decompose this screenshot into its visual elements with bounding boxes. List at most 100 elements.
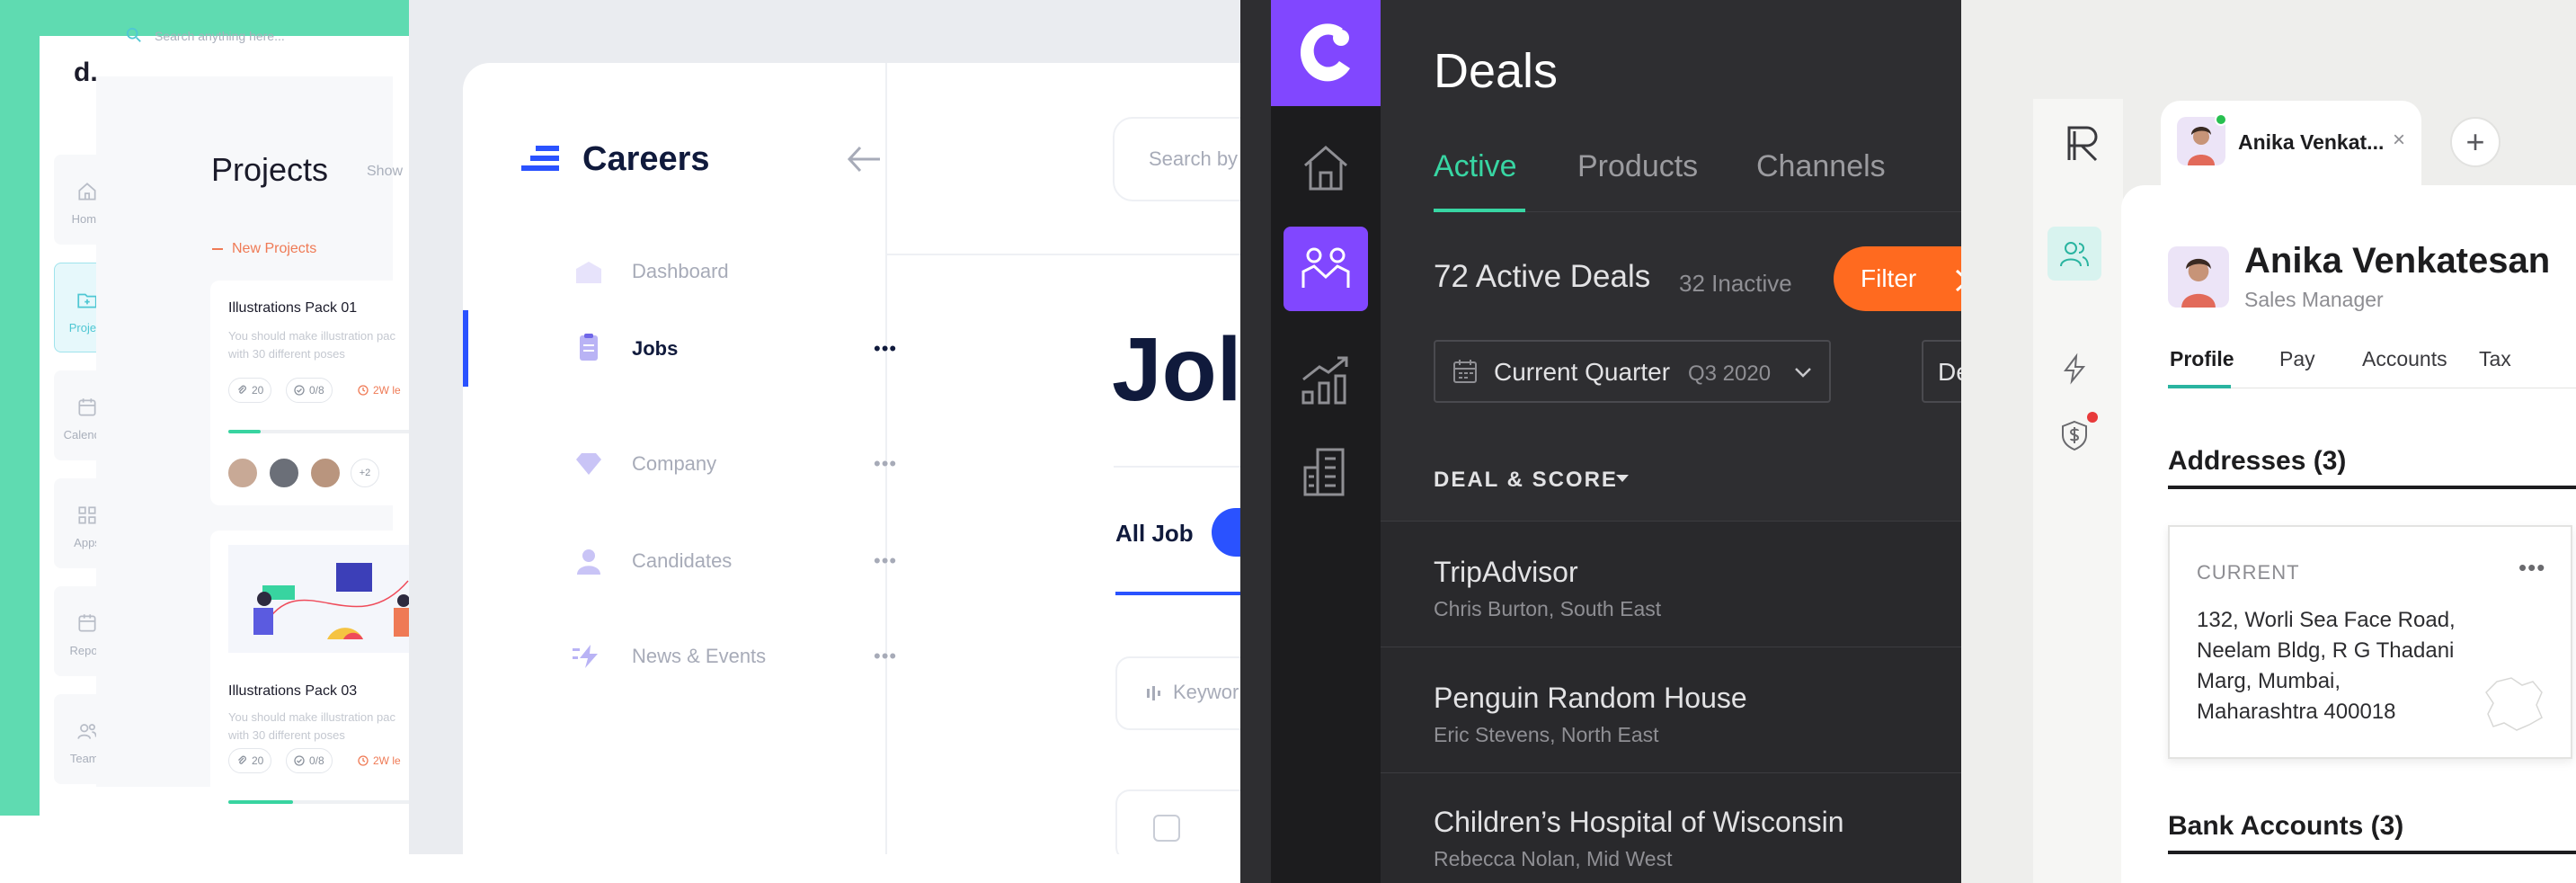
deal-owner: Eric Stevens, North East — [1434, 723, 1659, 746]
profile-name: Anika Venkatesan — [2244, 241, 2551, 281]
address-line: Marg, Mumbai, — [2197, 669, 2341, 693]
home-icon — [1304, 146, 1347, 191]
title-divider — [1114, 466, 1240, 468]
nav-item-jobs[interactable]: Jobs ••• — [463, 310, 896, 387]
project-card[interactable]: Illustrations Pack 03 You should make il… — [210, 531, 409, 816]
keyword-placeholder: Keywor — [1173, 681, 1239, 703]
section-label: New Projects — [232, 241, 317, 256]
collapse-dash-icon — [212, 248, 223, 250]
project-card-title: Illustrations Pack 01 — [228, 300, 358, 316]
sliders-icon — [1147, 686, 1160, 700]
nav-item-label: Candidates — [632, 549, 733, 572]
tab-accounts[interactable]: Accounts — [2362, 347, 2447, 371]
inactive-deals-count[interactable]: 32 Inactive — [1679, 270, 1792, 298]
search-input[interactable]: Search anything here... — [155, 29, 285, 43]
show-filter[interactable]: Show — [367, 164, 403, 180]
diamond-icon — [576, 453, 601, 475]
address-line: 132, Worli Sea Face Road, — [2197, 608, 2456, 632]
attachments-chip: 20 — [228, 378, 272, 403]
tab-products[interactable]: Products — [1577, 149, 1698, 184]
nav-item-news-events[interactable]: News & Events ••• — [463, 629, 896, 683]
calendar-icon — [1453, 360, 1477, 383]
period-select-sub: Q3 2020 — [1688, 361, 1772, 386]
tasks-chip: 0/8 — [286, 748, 333, 773]
nav-item-label: Company — [632, 452, 717, 475]
addresses-title: Addresses (3) — [2168, 446, 2347, 476]
project-progress — [228, 800, 409, 804]
bank-accounts-title: Bank Accounts (3) — [2168, 811, 2404, 841]
clock-icon — [358, 755, 369, 766]
profile-app-panel: Anika Venkat... × + Anika Venkatesan Sal… — [1961, 0, 2576, 883]
project-card[interactable]: Illustrations Pack 01 You should make il… — [210, 281, 409, 505]
more-members-badge[interactable]: +2 — [351, 459, 379, 487]
more-icon[interactable]: ••• — [874, 337, 897, 361]
nav-home[interactable] — [1284, 126, 1368, 210]
nav-companies[interactable] — [1284, 430, 1368, 514]
nav-item-dashboard[interactable]: Dashboard — [463, 245, 885, 299]
nav-analytics[interactable] — [1284, 338, 1368, 423]
search-placeholder: Search by — [1149, 147, 1239, 170]
nav-item-candidates[interactable]: Candidates ••• — [463, 534, 896, 588]
header-divider — [887, 254, 1240, 255]
page-title: Jol — [1112, 319, 1240, 420]
sort-label[interactable]: DEAL & SCORE — [1434, 468, 1618, 493]
filter-label: Filter — [1861, 264, 1917, 292]
paperclip-icon — [238, 385, 246, 394]
nav-item-company[interactable]: Company ••• — [463, 437, 896, 491]
project-card-desc: You should make illustration pac with 30 … — [228, 329, 395, 361]
tab-title: Anika Venkat... — [2238, 130, 2385, 154]
attachments-chip: 20 — [228, 748, 272, 773]
brand-title: Careers — [582, 140, 710, 178]
careers-app-panel: Careers Dashboard Jobs ••• Company ••• C… — [409, 0, 1240, 854]
profile-avatar — [2168, 246, 2229, 308]
deal-name: Children’s Hospital of Wisconsin — [1434, 806, 1844, 838]
back-arrow-icon[interactable] — [846, 144, 882, 174]
tab-active[interactable]: Active — [1434, 149, 1517, 184]
tab-tax[interactable]: Tax — [2479, 347, 2511, 371]
avatar — [227, 457, 259, 489]
section-rule — [2168, 486, 2576, 489]
dashboard-icon — [576, 262, 601, 283]
deal-owner: Chris Burton, South East — [1434, 597, 1662, 620]
deal-owner: Rebecca Nolan, Mid West — [1434, 847, 1673, 870]
r-logo-icon[interactable] — [2062, 122, 2103, 164]
tab-pay[interactable]: Pay — [2279, 347, 2315, 371]
clipboard-icon — [580, 334, 598, 361]
add-tab-button[interactable]: + — [2450, 117, 2500, 167]
more-icon[interactable]: ••• — [874, 645, 897, 668]
caret-down-icon[interactable] — [1616, 475, 1629, 482]
app-logo: d. — [74, 58, 98, 87]
active-tab-underline — [1115, 592, 1240, 595]
check-circle-icon — [294, 385, 305, 396]
people-icon — [2060, 242, 2089, 267]
tab-channels[interactable]: Channels — [1756, 149, 1886, 184]
notification-dot — [2087, 412, 2098, 423]
more-icon[interactable]: ••• — [874, 452, 897, 476]
handshake-icon — [1301, 247, 1350, 288]
nav-activity[interactable] — [2047, 342, 2101, 396]
paperclip-icon — [238, 755, 246, 764]
tab-profile[interactable]: Profile — [2170, 347, 2234, 371]
lightning-icon — [2064, 352, 2086, 385]
more-icon[interactable]: ••• — [2518, 554, 2545, 582]
job-row-checkbox[interactable] — [1153, 815, 1180, 842]
person-icon — [577, 549, 600, 575]
secondary-select-value: De — [1938, 358, 1961, 386]
nav-item-label: Dashboard — [632, 260, 729, 282]
close-icon[interactable]: × — [2393, 128, 2405, 153]
avatar — [309, 457, 342, 489]
nav-item-label: News & Events — [632, 645, 767, 667]
more-icon[interactable]: ••• — [874, 549, 897, 573]
deal-name: Penguin Random House — [1434, 682, 1747, 714]
c-logo-icon — [1300, 23, 1350, 82]
nav-deals[interactable] — [1284, 227, 1368, 311]
nav-people[interactable] — [2047, 227, 2101, 281]
section-new-projects[interactable]: New Projects — [212, 241, 316, 257]
app-logo[interactable] — [1271, 0, 1381, 106]
chevron-down-icon — [1795, 368, 1811, 378]
tab-all-job[interactable]: All Job — [1115, 520, 1194, 548]
active-deals-count: 72 Active Deals — [1434, 259, 1651, 294]
illustration-image — [228, 545, 409, 653]
page-title: Deals — [1434, 44, 1559, 98]
active-indicator — [463, 310, 468, 387]
